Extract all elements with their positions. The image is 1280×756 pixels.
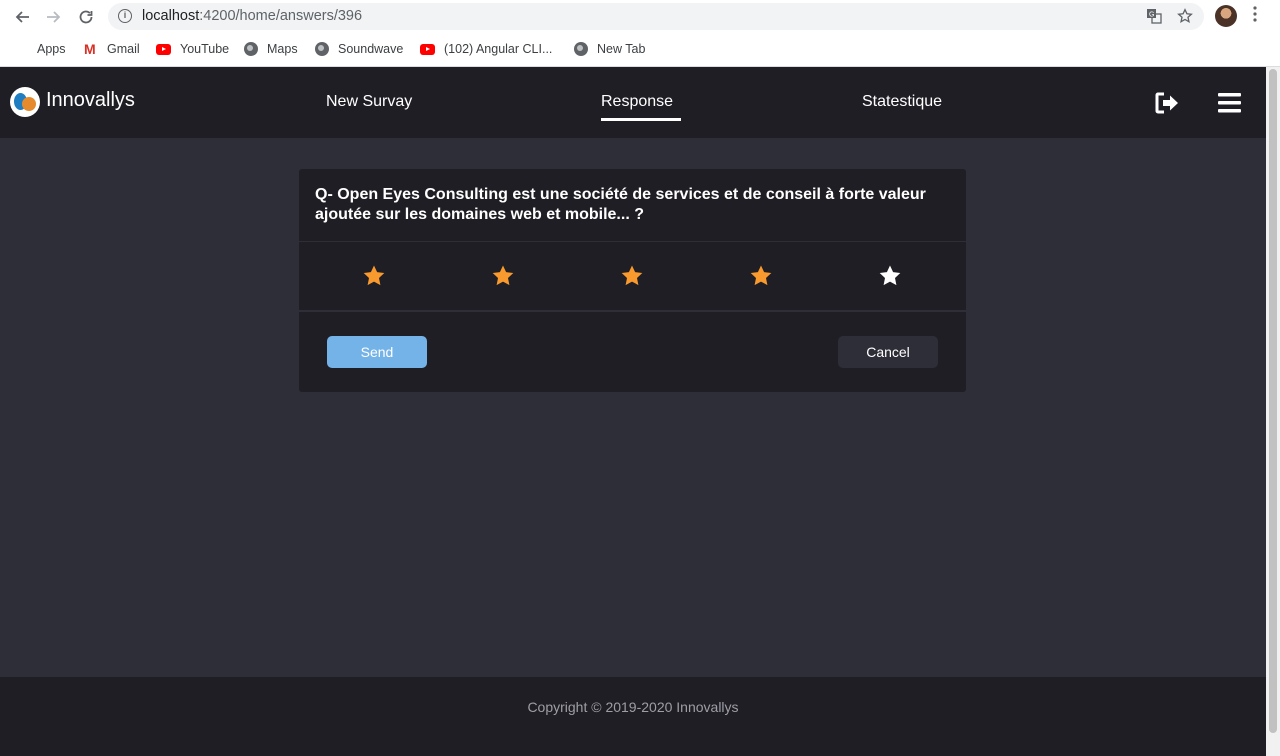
page-scrollbar[interactable]: [1266, 67, 1280, 756]
nav-new-survay[interactable]: New Survay: [326, 93, 412, 111]
url-text: localhost:4200/home/answers/396: [142, 8, 362, 24]
question-card: Q- Open Eyes Consulting est une société …: [299, 169, 966, 241]
profile-avatar[interactable]: [1215, 5, 1237, 27]
reload-icon[interactable]: [74, 5, 98, 29]
globe-icon: [574, 42, 588, 56]
bookmark-apps[interactable]: Apps: [14, 42, 66, 56]
browser-toolbar: i localhost:4200/home/answers/396 G: [0, 0, 1280, 34]
copyright-text: Copyright © 2019-2020 Innovallys: [527, 699, 739, 715]
bookmark-star-icon[interactable]: [1177, 8, 1193, 27]
scrollbar-thumb[interactable]: [1269, 69, 1277, 733]
url-path: :4200/home/answers/396: [199, 8, 363, 24]
globe-icon: [315, 42, 329, 56]
star-5-icon[interactable]: [878, 264, 902, 288]
star-shape: [363, 265, 385, 286]
star-1-icon[interactable]: [362, 264, 386, 288]
innovallys-logo[interactable]: [10, 87, 40, 117]
bookmark-angular-cli[interactable]: (102) Angular CLI...: [420, 42, 552, 56]
menu-icon[interactable]: [1218, 93, 1241, 118]
bookmark-label: (102) Angular CLI...: [444, 42, 553, 56]
bookmark-soundwave[interactable]: Soundwave: [315, 42, 403, 56]
apps-grid-icon: [14, 42, 28, 56]
actions-card: Send Cancel: [299, 312, 966, 392]
star-2-icon[interactable]: [491, 264, 515, 288]
bookmark-label: New Tab: [597, 42, 646, 56]
bookmark-label: Soundwave: [338, 42, 404, 56]
site-info-icon[interactable]: i: [118, 9, 132, 23]
nav-statestique[interactable]: Statestique: [862, 93, 942, 111]
cancel-button[interactable]: Cancel: [838, 336, 938, 368]
forward-arrow-icon[interactable]: [42, 5, 66, 29]
rating-card: [299, 242, 966, 310]
active-nav-underline: [601, 118, 681, 121]
address-bar[interactable]: i localhost:4200/home/answers/396 G: [108, 3, 1204, 30]
star-4-icon[interactable]: [749, 264, 773, 288]
bookmark-gmail[interactable]: M Gmail: [84, 42, 140, 56]
url-host: localhost: [142, 8, 200, 24]
star-shape: [750, 265, 772, 286]
youtube-icon: [156, 43, 171, 55]
gmail-icon: M: [84, 41, 96, 57]
question-text: Q- Open Eyes Consulting est une société …: [315, 186, 926, 223]
svg-text:G: G: [1149, 12, 1154, 19]
star-shape: [492, 265, 514, 286]
nav-response[interactable]: Response: [601, 93, 673, 111]
brand-name[interactable]: Innovallys: [46, 89, 135, 112]
translate-icon[interactable]: G: [1146, 8, 1162, 27]
browser-menu-icon[interactable]: [1253, 6, 1259, 22]
bookmark-maps[interactable]: Maps: [244, 42, 298, 56]
app-header: Innovallys New Survay Response Statestiq…: [0, 67, 1266, 138]
bookmark-label: Gmail: [107, 42, 140, 56]
app-footer: Copyright © 2019-2020 Innovallys: [0, 677, 1266, 756]
star-shape: [621, 265, 643, 286]
bookmark-label: Maps: [267, 42, 298, 56]
star-3-icon[interactable]: [620, 264, 644, 288]
bookmark-label: Apps: [37, 42, 66, 56]
send-button[interactable]: Send: [327, 336, 427, 368]
globe-icon: [244, 42, 258, 56]
bookmark-label: YouTube: [180, 42, 230, 56]
bookmark-new-tab[interactable]: New Tab: [574, 42, 645, 56]
back-arrow-icon[interactable]: [10, 5, 34, 29]
bookmark-youtube[interactable]: YouTube: [156, 42, 229, 56]
browser-chrome: i localhost:4200/home/answers/396 G Apps…: [0, 0, 1280, 67]
bookmarks-bar: Apps M Gmail YouTube Maps Soundwave (102…: [0, 38, 1280, 62]
star-shape: [879, 265, 901, 286]
logout-icon[interactable]: [1155, 92, 1179, 119]
youtube-icon: [420, 43, 435, 55]
